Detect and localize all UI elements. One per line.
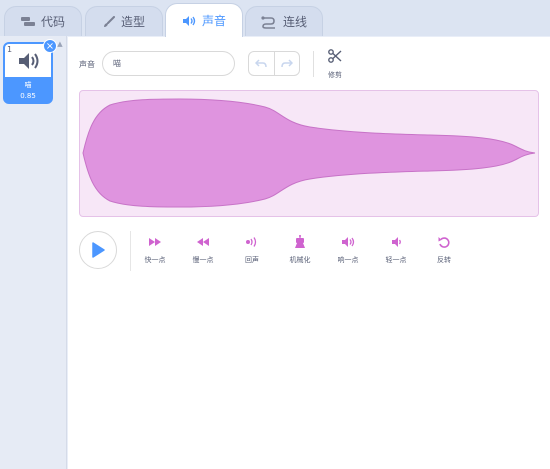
sound-item[interactable]: 1 × 喵 0.85 [3,39,57,104]
undo-button[interactable] [249,52,274,75]
effect-softer-label: 轻一点 [385,256,407,264]
delete-sound-button[interactable]: × [43,39,57,53]
sound-editor: 声音 修剪 [68,37,550,469]
robot-icon [295,235,305,248]
effect-slower-label: 慢一点 [192,256,214,264]
sound-name-input[interactable] [102,51,235,76]
code-blocks-icon [20,16,35,26]
effect-louder-label: 响一点 [337,256,359,264]
toolbar-divider [313,51,314,77]
effect-faster-label: 快一点 [144,256,166,264]
sound-item-index: 1 [7,45,13,54]
scroll-up-arrow-icon[interactable]: ▲ [56,40,64,48]
effect-faster-button[interactable]: 快一点 [137,235,173,265]
wire-icon [261,15,275,29]
tab-sounds[interactable]: 声音 [165,3,243,37]
waveform [82,98,536,208]
redo-icon [281,59,293,68]
effect-reverse-button[interactable]: 反转 [426,235,462,265]
echo-icon [246,237,257,247]
effect-echo-button[interactable]: 回声 [234,235,270,265]
reverse-icon [438,237,450,248]
effect-reverse-label: 反转 [437,256,451,264]
tab-sounds-label: 声音 [201,14,226,28]
tab-connect[interactable]: 连线 [245,6,323,36]
trim-label: 修剪 [328,71,342,79]
effect-robot-button[interactable]: 机械化 [282,235,318,265]
tab-code[interactable]: 代码 [4,6,82,36]
waveform-area[interactable] [79,90,539,217]
redo-button[interactable] [273,52,300,75]
effects-divider [130,231,131,271]
paintbrush-icon [103,15,115,27]
tab-connect-label: 连线 [282,15,307,29]
sound-item-duration: 0.85 [20,92,36,100]
louder-icon [342,237,355,247]
tab-code-label: 代码 [40,15,65,29]
faster-icon [149,238,161,246]
effect-louder-button[interactable]: 响一点 [330,235,366,265]
play-button[interactable] [79,231,117,269]
speaker-icon [19,53,39,69]
tab-bar: 代码 造型 声音 连线 [0,0,550,37]
tab-costumes-label: 造型 [120,15,145,29]
close-icon: × [45,41,55,52]
undo-icon [255,59,267,68]
undo-redo-group [248,51,300,76]
sound-name-label: 声音 [79,60,95,69]
sound-list-scrollbar[interactable]: ▲ [56,40,64,465]
effect-softer-button[interactable]: 轻一点 [378,235,414,265]
effect-slower-button[interactable]: 慢一点 [185,235,221,265]
play-icon [92,242,105,258]
effect-robot-label: 机械化 [289,256,311,264]
effect-echo-label: 回声 [245,256,259,264]
softer-icon [392,237,401,247]
scissors-icon [328,49,342,63]
sound-item-name: 喵 [24,81,32,89]
speaker-icon [182,15,196,26]
slower-icon [197,238,209,246]
trim-button[interactable]: 修剪 [322,48,348,80]
tab-costumes[interactable]: 造型 [85,6,163,36]
